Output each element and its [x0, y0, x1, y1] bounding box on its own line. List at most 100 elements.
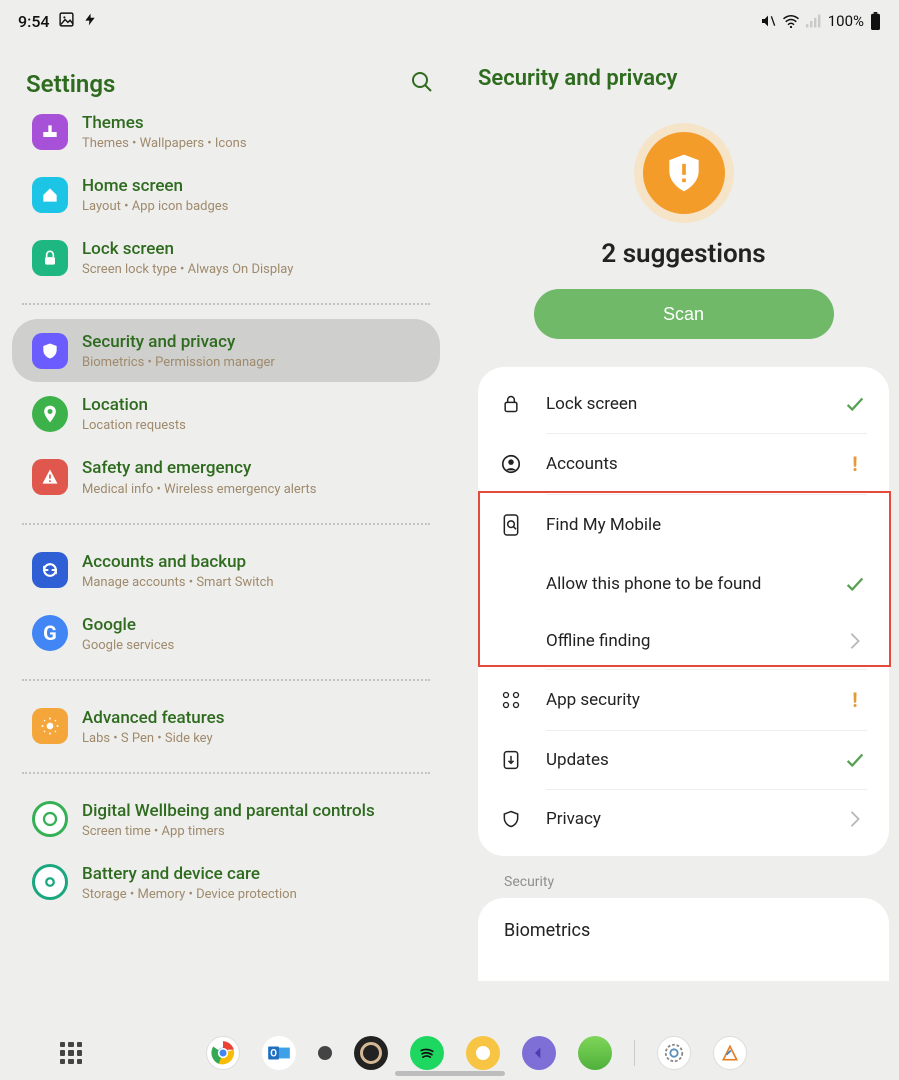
settings-sidebar: Settings Themes Themes • Wallpapers • Ic… — [0, 42, 452, 1080]
item-subtitle: Screen lock type • Always On Display — [82, 262, 426, 277]
item-title: Accounts and backup — [82, 551, 426, 573]
item-title: Themes — [82, 112, 426, 134]
page-title: Settings — [26, 70, 115, 98]
divider — [22, 679, 430, 681]
item-title: Google — [82, 614, 426, 636]
dock-yellow-icon[interactable] — [466, 1036, 500, 1070]
battery-percent: 100% — [828, 12, 864, 30]
dock-dot-icon[interactable] — [318, 1046, 332, 1060]
dock-settings-icon[interactable] — [657, 1036, 691, 1070]
row-lock-screen[interactable]: Lock screen — [478, 375, 889, 433]
sidebar-item-google[interactable]: G Google Google services — [12, 602, 440, 665]
row-app-security[interactable]: App security ! — [478, 670, 889, 730]
sidebar-item-location[interactable]: Location Location requests — [12, 382, 440, 445]
image-icon — [58, 11, 75, 32]
row-updates[interactable]: Updates — [478, 731, 889, 789]
row-label: Allow this phone to be found — [546, 574, 819, 594]
row-allow-phone-found[interactable]: Allow this phone to be found — [478, 555, 889, 613]
sidebar-item-accounts-backup[interactable]: Accounts and backup Manage accounts • Sm… — [12, 539, 440, 602]
find-mobile-icon — [500, 513, 522, 537]
item-subtitle: Biometrics • Permission manager — [82, 355, 426, 370]
check-icon — [843, 393, 867, 415]
row-biometrics[interactable]: Biometrics — [478, 898, 889, 981]
alert-icon — [32, 459, 68, 495]
scan-button[interactable]: Scan — [534, 289, 834, 339]
item-subtitle: Manage accounts • Smart Switch — [82, 575, 426, 590]
row-find-my-mobile[interactable]: Find My Mobile — [478, 495, 889, 555]
chevron-right-icon — [843, 810, 867, 828]
clock: 9:54 — [18, 12, 50, 31]
sidebar-item-safety-emergency[interactable]: Safety and emergency Medical info • Wire… — [12, 445, 440, 508]
row-label: Lock screen — [546, 394, 819, 414]
item-title: Home screen — [82, 175, 426, 197]
dock-purple-icon[interactable] — [522, 1036, 556, 1070]
item-subtitle: Storage • Memory • Device protection — [82, 887, 426, 902]
shield-warning-icon — [662, 151, 706, 195]
check-icon — [843, 573, 867, 595]
sidebar-item-battery-care[interactable]: Battery and device care Storage • Memory… — [12, 851, 440, 914]
row-label: Privacy — [546, 809, 819, 829]
status-shield — [478, 123, 889, 223]
divider — [22, 303, 430, 305]
sidebar-item-digital-wellbeing[interactable]: Digital Wellbeing and parental controls … — [12, 788, 440, 851]
lock-icon — [32, 240, 68, 276]
advanced-icon — [32, 708, 68, 744]
item-title: Lock screen — [82, 238, 426, 260]
warning-icon: ! — [843, 452, 867, 476]
apps-button[interactable] — [60, 1042, 82, 1064]
item-subtitle: Themes • Wallpapers • Icons — [82, 136, 426, 151]
dock-outlook-icon[interactable]: O — [262, 1036, 296, 1070]
item-title: Advanced features — [82, 707, 426, 729]
status-bar: 9:54 100% — [0, 0, 899, 42]
sidebar-item-security-privacy[interactable]: Security and privacy Biometrics • Permis… — [12, 319, 440, 382]
item-subtitle: Location requests — [82, 418, 426, 433]
chevron-right-icon — [843, 632, 867, 650]
account-icon — [500, 453, 522, 475]
security-status-card: Lock screen Accounts ! Find My Mobile — [478, 367, 889, 856]
row-label: App security — [546, 690, 819, 710]
row-label: Accounts — [546, 454, 819, 474]
dock-spotify-icon[interactable] — [410, 1036, 444, 1070]
dock-green-icon[interactable] — [578, 1036, 612, 1070]
row-offline-finding[interactable]: Offline finding — [478, 613, 889, 669]
dock-triangle-icon[interactable] — [713, 1036, 747, 1070]
wellbeing-icon — [32, 801, 68, 837]
section-heading-security: Security — [478, 874, 889, 898]
updates-icon — [500, 749, 522, 771]
search-button[interactable] — [406, 66, 438, 102]
location-icon — [32, 396, 68, 432]
sidebar-item-lock-screen[interactable]: Lock screen Screen lock type • Always On… — [12, 226, 440, 289]
dock-ring-icon[interactable] — [354, 1036, 388, 1070]
battery-icon — [870, 12, 881, 30]
item-title: Digital Wellbeing and parental controls — [82, 800, 426, 822]
device-care-icon — [32, 864, 68, 900]
sync-icon — [32, 552, 68, 588]
row-label: Find My Mobile — [546, 515, 819, 535]
gesture-handle[interactable] — [395, 1071, 505, 1076]
search-icon — [410, 70, 434, 94]
bolt-icon — [83, 11, 97, 32]
item-subtitle: Google services — [82, 638, 426, 653]
item-subtitle: Labs • S Pen • Side key — [82, 731, 426, 746]
row-privacy[interactable]: Privacy — [478, 790, 889, 848]
dock-chrome-icon[interactable] — [206, 1036, 240, 1070]
sidebar-item-themes[interactable]: Themes Themes • Wallpapers • Icons — [12, 112, 440, 163]
mute-icon — [760, 13, 776, 29]
biometrics-label: Biometrics — [504, 920, 590, 941]
sidebar-item-home-screen[interactable]: Home screen Layout • App icon badges — [12, 163, 440, 226]
home-icon — [32, 177, 68, 213]
svg-text:O: O — [270, 1048, 277, 1059]
apps-icon — [500, 690, 522, 710]
item-subtitle: Screen time • App timers — [82, 824, 426, 839]
item-title: Safety and emergency — [82, 457, 426, 479]
lock-icon — [500, 393, 522, 415]
row-accounts[interactable]: Accounts ! — [478, 434, 889, 494]
sidebar-item-advanced-features[interactable]: Advanced features Labs • S Pen • Side ke… — [12, 695, 440, 758]
signal-icon — [806, 14, 822, 28]
item-title: Location — [82, 394, 426, 416]
taskbar: O — [0, 1036, 899, 1070]
themes-icon — [32, 114, 68, 150]
divider — [22, 772, 430, 774]
shield-icon — [32, 333, 68, 369]
item-title: Battery and device care — [82, 863, 426, 885]
